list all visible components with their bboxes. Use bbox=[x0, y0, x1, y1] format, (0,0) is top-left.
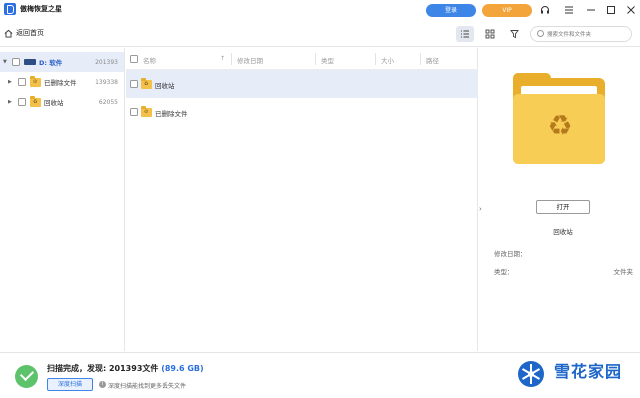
column-divider[interactable] bbox=[315, 53, 316, 65]
info-icon: i bbox=[99, 381, 106, 388]
file-name: 回收站 bbox=[155, 82, 175, 90]
file-name: 已删除文件 bbox=[155, 110, 188, 118]
row-checkbox[interactable] bbox=[130, 80, 138, 88]
search-icon bbox=[537, 30, 544, 37]
close-icon[interactable] bbox=[623, 2, 639, 18]
row-checkbox[interactable] bbox=[130, 108, 138, 116]
folder-tree: ▼ D: 软件 201393 ▶ ⊘ 已删除文件 139338 ▶ ♻ 回收站 … bbox=[0, 48, 125, 351]
menu-icon[interactable] bbox=[561, 2, 577, 18]
tree-item-deleted-files[interactable]: ▶ ⊘ 已删除文件 139338 bbox=[0, 72, 124, 92]
preview-panel: ♻ 打开 回收站 修改日期： 类型： 文件夹 bbox=[479, 48, 640, 351]
column-size[interactable]: 大小 bbox=[381, 55, 394, 65]
select-all-checkbox[interactable] bbox=[130, 55, 138, 63]
watermark: 雪花家园 bbox=[512, 357, 636, 391]
scan-status-size: (89.6 GB) bbox=[161, 364, 204, 373]
tree-item-drive[interactable]: ▼ D: 软件 201393 bbox=[0, 52, 124, 72]
column-modified[interactable]: 修改日期 bbox=[237, 55, 263, 65]
modified-label: 修改日期： bbox=[494, 250, 527, 258]
column-name[interactable]: 名称 bbox=[143, 55, 156, 65]
preview-file-name: 回收站 bbox=[553, 228, 573, 236]
recycle-folder-large-icon: ♻ bbox=[513, 73, 605, 166]
title-bar: 傲梅恢复之星 登录 VIP bbox=[0, 0, 640, 20]
tree-checkbox[interactable] bbox=[12, 58, 20, 66]
minimize-icon[interactable] bbox=[583, 2, 599, 18]
scan-status-text: 扫描完成，发现: 201393文件 bbox=[47, 364, 159, 373]
toolbar: 返回首页 bbox=[0, 21, 640, 47]
scan-status: 扫描完成，发现: 201393文件 (89.6 GB) bbox=[47, 363, 204, 374]
type-label: 类型： bbox=[494, 268, 514, 276]
grid-view-icon bbox=[485, 29, 495, 39]
collapse-arrow-icon[interactable]: ▶ bbox=[8, 99, 12, 105]
tree-item-label: 已删除文件 bbox=[44, 79, 77, 87]
search-box[interactable] bbox=[530, 26, 632, 42]
back-home-button[interactable]: 返回首页 bbox=[4, 28, 44, 38]
column-type[interactable]: 类型 bbox=[321, 55, 334, 65]
login-button[interactable]: 登录 bbox=[426, 4, 476, 17]
deleted-folder-icon: ⊘ bbox=[30, 75, 41, 87]
app-logo-icon bbox=[4, 3, 16, 15]
column-divider[interactable] bbox=[420, 53, 421, 65]
list-view-button[interactable] bbox=[456, 26, 474, 42]
deep-scan-hint: 深度扫描能找到更多丢失文件 bbox=[108, 383, 187, 390]
deep-scan-button[interactable]: 深度扫描 bbox=[47, 378, 93, 391]
filter-icon bbox=[510, 30, 519, 39]
snowflake-logo-icon bbox=[518, 361, 544, 387]
filter-button[interactable] bbox=[506, 26, 524, 42]
sort-arrow-icon[interactable]: ↑ bbox=[220, 55, 225, 62]
expand-arrow-icon[interactable]: ▼ bbox=[3, 59, 7, 65]
tree-checkbox[interactable] bbox=[18, 98, 26, 106]
headset-icon[interactable] bbox=[537, 2, 553, 18]
vip-button[interactable]: VIP bbox=[482, 4, 532, 17]
drive-icon bbox=[24, 59, 36, 65]
deleted-folder-icon: ⊘ bbox=[141, 106, 152, 117]
search-input[interactable] bbox=[547, 29, 629, 40]
tree-item-label: D: 软件 bbox=[39, 59, 63, 67]
watermark-text: 雪花家园 bbox=[554, 362, 623, 381]
app-title: 傲梅恢复之星 bbox=[20, 5, 62, 13]
column-path[interactable]: 路径 bbox=[426, 55, 439, 65]
file-list: 名称 ↑ 修改日期 类型 大小 路径 ♻ 回收站 ⊘ 已删除文件 bbox=[126, 48, 478, 351]
column-divider[interactable] bbox=[375, 53, 376, 65]
tree-checkbox[interactable] bbox=[18, 78, 26, 86]
check-circle-icon bbox=[15, 365, 38, 388]
file-row-recycle-bin[interactable]: ♻ 回收站 bbox=[126, 70, 478, 98]
file-row-deleted-files[interactable]: ⊘ 已删除文件 bbox=[126, 98, 478, 126]
collapse-arrow-icon[interactable]: ▶ bbox=[8, 79, 12, 85]
list-view-icon bbox=[461, 30, 469, 38]
type-value: 文件夹 bbox=[613, 268, 634, 276]
tree-item-recycle-bin[interactable]: ▶ ♻ 回收站 62055 bbox=[0, 92, 124, 112]
file-list-header: 名称 ↑ 修改日期 类型 大小 路径 bbox=[126, 48, 478, 70]
home-icon bbox=[4, 29, 13, 38]
column-divider[interactable] bbox=[231, 53, 232, 65]
maximize-icon[interactable] bbox=[603, 2, 619, 18]
tree-item-count: 62055 bbox=[98, 98, 118, 106]
tree-item-count: 139338 bbox=[95, 78, 118, 86]
tree-item-label: 回收站 bbox=[44, 99, 64, 107]
grid-view-button[interactable] bbox=[481, 26, 499, 42]
tree-item-count: 201393 bbox=[95, 58, 118, 66]
recycle-folder-icon: ♻ bbox=[141, 78, 152, 89]
open-button[interactable]: 打开 bbox=[536, 200, 590, 214]
back-home-label: 返回首页 bbox=[16, 29, 44, 37]
recycle-folder-icon: ♻ bbox=[30, 95, 41, 107]
